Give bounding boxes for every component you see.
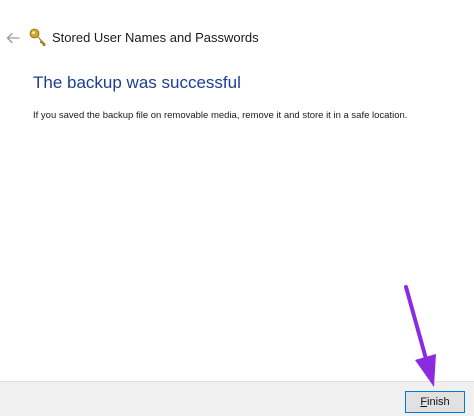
back-arrow-icon xyxy=(6,32,20,44)
wizard-window: Stored User Names and Passwords The back… xyxy=(0,0,474,416)
back-button[interactable] xyxy=(3,28,23,48)
wizard-footer: Finish xyxy=(0,381,474,416)
purple-arrow-annotation xyxy=(404,285,436,387)
key-icon xyxy=(29,28,46,46)
info-message: If you saved the backup file on removabl… xyxy=(33,110,408,121)
finish-button[interactable]: Finish xyxy=(405,391,465,413)
finish-mnemonic: F xyxy=(420,396,428,408)
page-heading: The backup was successful xyxy=(33,73,241,92)
finish-label: inish xyxy=(427,396,450,408)
wizard-header: Stored User Names and Passwords xyxy=(0,22,474,52)
window-title: Stored User Names and Passwords xyxy=(52,30,259,45)
